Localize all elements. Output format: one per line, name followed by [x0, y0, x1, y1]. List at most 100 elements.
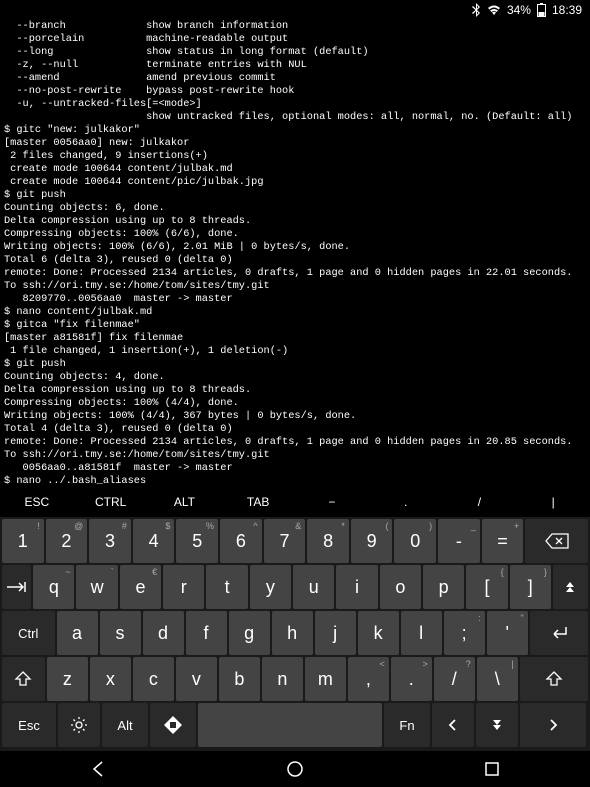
ctrl-key[interactable]: Ctrl	[2, 611, 55, 655]
terminal-line: [master a81581f] fix filenmae	[4, 332, 586, 345]
key-a[interactable]: a	[57, 611, 98, 655]
key-z[interactable]: z	[47, 657, 88, 701]
key-7[interactable]: 7&	[264, 519, 306, 563]
key-4[interactable]: 4$	[133, 519, 175, 563]
key-b[interactable]: b	[219, 657, 260, 701]
key-[[interactable]: [{	[466, 565, 507, 609]
key-l[interactable]: l	[401, 611, 442, 655]
key-x[interactable]: x	[90, 657, 131, 701]
pgdn-key[interactable]	[476, 703, 518, 747]
terminal-line: Total 6 (delta 3), reused 0 (delta 0)	[4, 254, 586, 267]
extra-key[interactable]: |	[516, 495, 590, 509]
key-r[interactable]: r	[163, 565, 204, 609]
key-6[interactable]: 6^	[220, 519, 262, 563]
key-k[interactable]: k	[358, 611, 399, 655]
terminal-line: $ gitca "fix filenmae"	[4, 319, 586, 332]
terminal-line: Delta compression using up to 8 threads.	[4, 215, 586, 228]
key-t[interactable]: t	[206, 565, 247, 609]
key-0[interactable]: 0)	[394, 519, 436, 563]
terminal-line: $ nano content/julbak.md	[4, 306, 586, 319]
key-=[interactable]: =+	[482, 519, 524, 563]
key-h[interactable]: h	[272, 611, 313, 655]
key--[interactable]: -_	[438, 519, 480, 563]
key-v[interactable]: v	[176, 657, 217, 701]
key-w[interactable]: w`	[76, 565, 117, 609]
terminal-line: Total 4 (delta 3), reused 0 (delta 0)	[4, 423, 586, 436]
extra-key[interactable]: ALT	[148, 495, 222, 509]
terminal-line: 2 files changed, 9 insertions(+)	[4, 150, 586, 163]
shift-key-right[interactable]	[520, 657, 588, 701]
settings-key[interactable]	[58, 703, 100, 747]
key-1[interactable]: 1!	[2, 519, 44, 563]
key-/[interactable]: /?	[434, 657, 475, 701]
terminal-line: $ gitc "new: julkakor"	[4, 124, 586, 137]
key-j[interactable]: j	[315, 611, 356, 655]
key-3[interactable]: 3#	[89, 519, 131, 563]
key-;[interactable]: ;:	[444, 611, 485, 655]
extra-key[interactable]: CTRL	[74, 495, 148, 509]
soft-keyboard: 1!2@3#4$5%6^7&8*9(0)-_=+ q~w`e€rtyuiop[{]…	[0, 517, 590, 751]
key-u[interactable]: u	[293, 565, 334, 609]
key-g[interactable]: g	[229, 611, 270, 655]
key-8[interactable]: 8*	[307, 519, 349, 563]
key-.[interactable]: .>	[391, 657, 432, 701]
terminal-line: -z, --null terminate entries with NUL	[4, 59, 586, 72]
left-key[interactable]	[432, 703, 474, 747]
status-bar: 34% 18:39	[0, 0, 590, 20]
extra-key[interactable]: /	[443, 495, 517, 509]
key-d[interactable]: d	[143, 611, 184, 655]
right-key[interactable]	[520, 703, 586, 747]
key-\[interactable]: \|	[477, 657, 518, 701]
enter-key[interactable]	[530, 611, 588, 655]
key-o[interactable]: o	[380, 565, 421, 609]
extra-key[interactable]: .	[369, 495, 443, 509]
terminal-extra-keys: ESCCTRLALTTAB−./|	[0, 487, 590, 517]
terminal-line: Writing objects: 100% (6/6), 2.01 MiB | …	[4, 241, 586, 254]
alt-key[interactable]: Alt	[102, 703, 148, 747]
key-f[interactable]: f	[186, 611, 227, 655]
key-c[interactable]: c	[133, 657, 174, 701]
wifi-icon	[487, 4, 501, 16]
key-][interactable]: ]}	[510, 565, 551, 609]
extra-key[interactable]: ESC	[0, 495, 74, 509]
key-q[interactable]: q~	[33, 565, 74, 609]
pgup-key[interactable]	[553, 565, 588, 609]
terminal-line: $ git push	[4, 189, 586, 202]
key-,[interactable]: ,<	[348, 657, 389, 701]
key-9[interactable]: 9(	[351, 519, 393, 563]
terminal-line: [master 0056aa0] new: julkakor	[4, 137, 586, 150]
nav-back[interactable]	[83, 754, 113, 784]
space-key[interactable]	[198, 703, 382, 747]
terminal-line: $ git push	[4, 358, 586, 371]
nav-recent[interactable]	[477, 754, 507, 784]
key-s[interactable]: s	[100, 611, 141, 655]
key-e[interactable]: e€	[120, 565, 161, 609]
nav-home[interactable]	[280, 754, 310, 784]
shift-key[interactable]	[2, 657, 45, 701]
fn-key[interactable]: Fn	[384, 703, 430, 747]
emoji-key[interactable]	[150, 703, 196, 747]
terminal-line: Compressing objects: 100% (4/4), done.	[4, 397, 586, 410]
bluetooth-icon	[471, 3, 481, 17]
key-2[interactable]: 2@	[46, 519, 88, 563]
terminal-line: --no-post-rewrite bypass post-rewrite ho…	[4, 85, 586, 98]
terminal-line: Delta compression using up to 8 threads.	[4, 384, 586, 397]
key-5[interactable]: 5%	[176, 519, 218, 563]
key-i[interactable]: i	[336, 565, 377, 609]
key-m[interactable]: m	[305, 657, 346, 701]
esc-key[interactable]: Esc	[2, 703, 56, 747]
tab-key[interactable]	[2, 565, 31, 609]
extra-key[interactable]: TAB	[221, 495, 295, 509]
key-'[interactable]: '"	[487, 611, 528, 655]
terminal-line: 8209770..0056aa0 master -> master	[4, 293, 586, 306]
terminal-line: --branch show branch information	[4, 20, 586, 33]
terminal-line: --amend amend previous commit	[4, 72, 586, 85]
backspace-key[interactable]	[525, 519, 588, 563]
key-n[interactable]: n	[262, 657, 303, 701]
terminal-line: -u, --untracked-files[=<mode>]	[4, 98, 586, 111]
battery-percent: 34%	[507, 3, 531, 17]
terminal-line: create mode 100644 content/julbak.md	[4, 163, 586, 176]
key-y[interactable]: y	[250, 565, 291, 609]
extra-key[interactable]: −	[295, 495, 369, 509]
key-p[interactable]: p	[423, 565, 464, 609]
